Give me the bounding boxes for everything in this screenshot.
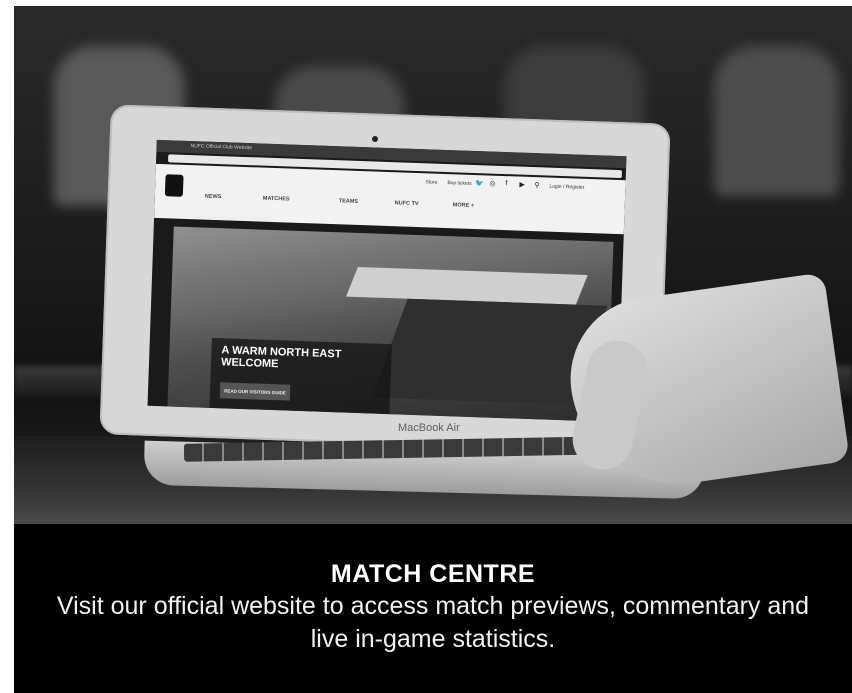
nav-nufc-tv: NUFC TV [394, 200, 419, 208]
laptop-brand-label: MacBook Air [398, 422, 460, 434]
subnav-events: EVENTS [253, 217, 275, 225]
background-shirt [714, 46, 839, 196]
caption-title: MATCH CENTRE [330, 560, 536, 588]
nav-matches: MATCHES [262, 195, 290, 203]
subnav-stadium-tours: STADIUM TOURS [195, 215, 237, 223]
instagram-icon: ◎ [489, 180, 496, 188]
laptop-screen: NUFC Official Club Website Store Buy tic… [147, 139, 627, 423]
buy-tickets-link: Buy tickets [447, 180, 472, 187]
store-link: Store [425, 179, 438, 186]
nav-teams: TEAMS [338, 198, 359, 205]
login-link: Login / Register [549, 183, 585, 191]
search-icon: ⚲ [534, 182, 540, 190]
hero-visitors-guide-button: READ OUR VISITORS GUIDE [219, 382, 291, 401]
facebook-icon: f [505, 180, 508, 188]
nav-news: NEWS [204, 193, 222, 201]
nav-more: MORE + [452, 202, 475, 209]
laptop-camera [372, 136, 378, 142]
caption-text: Visit our official website to access mat… [56, 592, 810, 653]
twitter-icon: 🐦 [475, 180, 485, 188]
youtube-icon: ▶ [519, 181, 525, 189]
caption-band: MATCH CENTRE Visit our official website … [14, 524, 852, 693]
club-crest-logo [164, 174, 184, 197]
